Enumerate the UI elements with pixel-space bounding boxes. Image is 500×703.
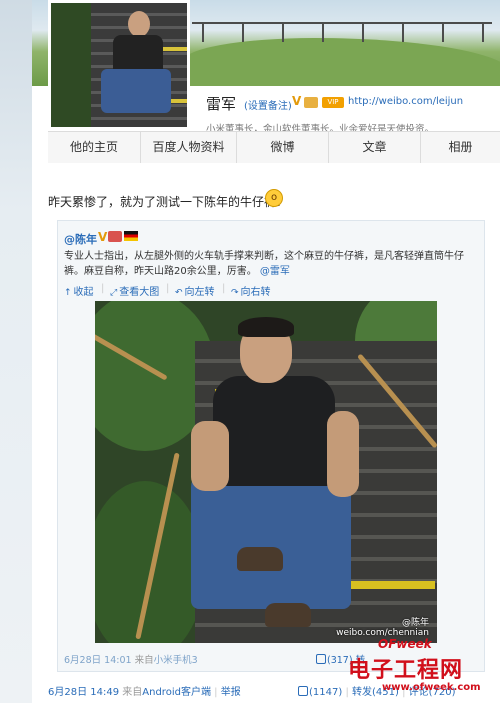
zoom-icon: ⤢ (110, 288, 118, 298)
ofweek-site-title: 电子工程网 (348, 658, 464, 683)
surprised-emoji-icon: o (265, 189, 283, 207)
post-source-link[interactable]: Android客户端 (142, 687, 211, 698)
tab-home[interactable]: 他的主页 (48, 131, 140, 163)
collapse-icon: ↑ (64, 288, 72, 298)
separator: | (101, 283, 105, 294)
ofweek-url: www.ofweek.com (382, 682, 481, 693)
verified-icon[interactable]: V (292, 95, 304, 107)
verified-icon[interactable]: V (98, 230, 107, 244)
report-link[interactable]: 举报 (221, 687, 241, 698)
vip-badge[interactable]: VIP (322, 97, 344, 108)
tab-articles[interactable]: 文章 (328, 131, 420, 163)
rotate-right-icon: ↷ (231, 288, 239, 298)
photo-watermark: @陈年 weibo.com/chennian (336, 618, 429, 638)
repost-date-link[interactable]: 6月28日 14:01 (64, 655, 132, 666)
medal-icon[interactable] (108, 231, 122, 242)
post-meta: 6月28日 14:49 来自Android客户端 | 举报 (48, 687, 241, 698)
medal-icon[interactable] (304, 97, 318, 108)
collapse-button[interactable]: ↑ 收起 (64, 283, 94, 298)
homepage-link[interactable]: http://weibo.com/leijun (348, 96, 463, 107)
like-icon (298, 686, 308, 696)
mention-link[interactable]: @雷军 (260, 266, 290, 277)
profile-name: 雷军 (206, 95, 237, 113)
repost-body: 专业人士指出，从左腿外侧的火车轨手撑来判断，这个麻豆的牛仔裤，是凡客轻弹直筒牛仔… (64, 249, 478, 279)
repost-author-link[interactable]: @陈年 (64, 231, 97, 247)
separator: | (166, 283, 170, 294)
set-remark-link[interactable]: (设置备注) (244, 97, 292, 112)
separator: | (222, 283, 226, 294)
rotate-right-button[interactable]: ↷ 向右转 (231, 283, 271, 298)
cover-hill (182, 38, 500, 86)
profile-tabs: 他的主页 百度人物资料 微博 文章 相册 (48, 131, 500, 163)
tab-baidu-profile[interactable]: 百度人物资料 (140, 131, 236, 163)
tab-albums[interactable]: 相册 (420, 131, 500, 163)
tab-weibo[interactable]: 微博 (236, 131, 328, 163)
ofweek-logo: OFweek (378, 637, 432, 651)
germany-flag-icon (124, 231, 138, 241)
like-icon (316, 654, 326, 664)
post-text: 昨天累惨了，就为了测试一下陈年的牛仔裤？ (48, 195, 289, 209)
rotate-left-icon: ↶ (175, 288, 183, 298)
rotate-left-button[interactable]: ↶ 向左转 (175, 283, 215, 298)
repost-source-link[interactable]: 小米手机3 (154, 655, 198, 666)
post-photo[interactable]: @陈年 weibo.com/chennian (95, 301, 437, 643)
repost-meta: 6月28日 14:01 来自小米手机3 (64, 655, 198, 666)
cover-fence (192, 22, 492, 42)
post-date-link[interactable]: 6月28日 14:49 (48, 687, 119, 698)
avatar[interactable] (48, 0, 190, 130)
view-large-image-button[interactable]: ⤢ 查看大图 (110, 283, 159, 298)
